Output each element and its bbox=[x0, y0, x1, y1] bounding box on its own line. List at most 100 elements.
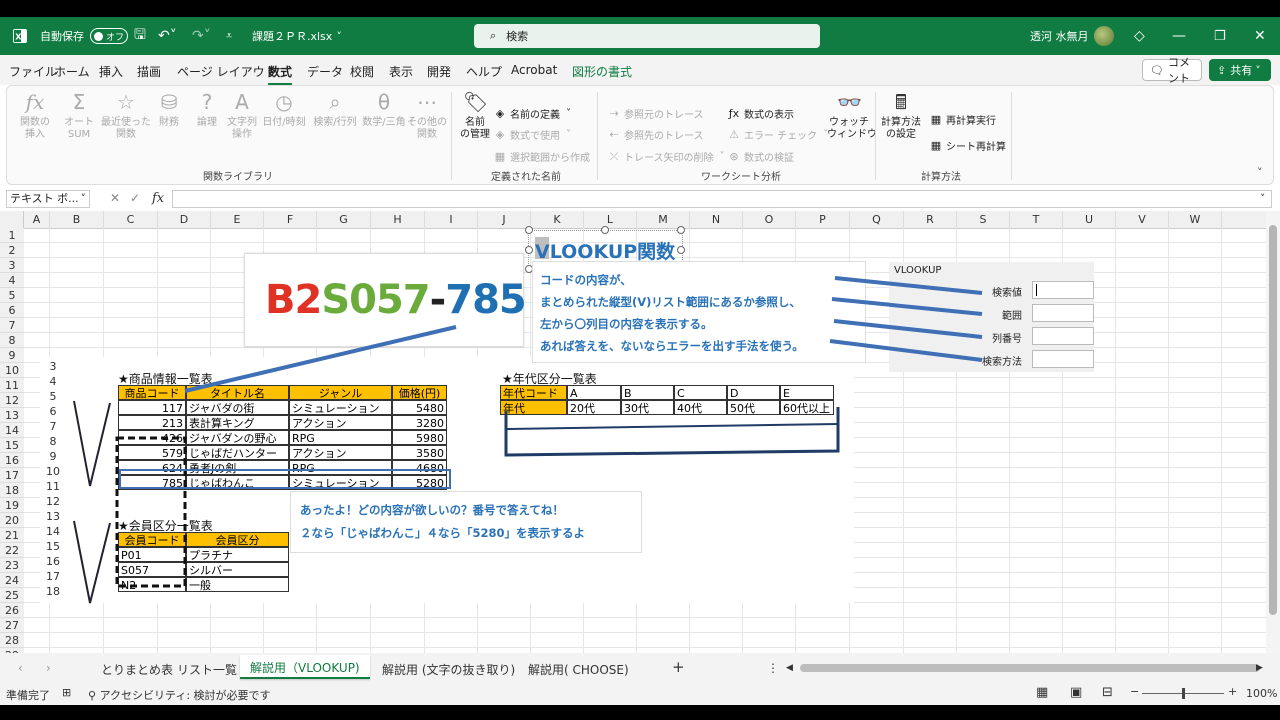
lookup-label: 検索/行列 bbox=[313, 117, 357, 128]
accessibility-status[interactable]: ⚲ アクセシビリティ: 検討が必要です bbox=[88, 687, 271, 703]
connector-line bbox=[184, 325, 457, 393]
zoom-in-icon[interactable]: + bbox=[1228, 685, 1237, 698]
scroll-right-icon[interactable]: ▶ bbox=[1256, 663, 1263, 673]
show-formulas-icon: ƒx bbox=[728, 107, 740, 120]
name-manager-button[interactable]: 🏷 名前 の管理 bbox=[455, 90, 495, 141]
restore-icon[interactable]: ❐ bbox=[1214, 17, 1226, 55]
tab-formulas[interactable]: 数式 bbox=[268, 63, 293, 85]
customize-qat-icon[interactable]: ⩡ bbox=[226, 17, 232, 55]
zoom-out-icon[interactable]: − bbox=[1130, 685, 1139, 698]
autosum-button[interactable]: Σ オート SUM bbox=[59, 90, 99, 141]
watch-window-button[interactable]: 👓 ウォッチ ウィンドウ bbox=[827, 90, 877, 141]
evaluate-formula-button[interactable]: ⊛ 数式の検証 bbox=[727, 149, 794, 164]
normal-view-icon[interactable]: ▦ bbox=[1036, 685, 1048, 700]
glasses-icon: 👓 bbox=[837, 90, 862, 114]
enter-icon[interactable]: ✓ bbox=[130, 191, 140, 205]
undo-icon[interactable]: ↶˅ bbox=[158, 17, 177, 55]
premium-diamond-icon[interactable]: ◇ bbox=[1134, 17, 1145, 55]
ribbon-separator bbox=[597, 92, 598, 180]
horizontal-scrollbar[interactable] bbox=[800, 664, 1260, 672]
vertical-scrollbar[interactable] bbox=[1266, 211, 1280, 659]
calc-now-button[interactable]: ▦ 再計算実行 bbox=[929, 112, 996, 127]
define-name-button[interactable]: ◈ 名前の定義 ˅ bbox=[493, 106, 571, 121]
sheet-tab-summary[interactable]: とりまとめ表 bbox=[101, 661, 173, 678]
use-in-formula-button[interactable]: ◈ 数式で使用 ˅ bbox=[493, 127, 571, 142]
chevron-down-icon: ˅ bbox=[719, 151, 725, 162]
create-from-selection-button[interactable]: ▦ 選択範囲から作成 bbox=[493, 149, 590, 164]
search-box[interactable]: ⌕ 検索 bbox=[474, 24, 820, 48]
avatar[interactable] bbox=[1094, 17, 1114, 55]
minimize-icon[interactable]: — bbox=[1172, 17, 1186, 55]
more-label: その他の 関数 bbox=[407, 117, 447, 140]
page-layout-view-icon[interactable]: ▣ bbox=[1070, 685, 1082, 700]
watch-window-label: ウォッチ ウィンドウ bbox=[827, 117, 877, 140]
datetime-button[interactable]: ◷ 日付/時刻 bbox=[261, 90, 307, 129]
tab-review[interactable]: 校閲 bbox=[350, 63, 374, 80]
tab-file[interactable]: ファイル bbox=[9, 63, 57, 80]
calc-sheet-button[interactable]: ▦ シート再計算 bbox=[929, 138, 1006, 153]
formula-input[interactable] bbox=[172, 190, 1272, 208]
insert-function-button[interactable]: fx 関数の 挿入 bbox=[15, 90, 55, 141]
financial-button[interactable]: ⛁ 財務 bbox=[149, 90, 189, 129]
next-sheet-icon[interactable]: › bbox=[46, 661, 51, 675]
calc-options-button[interactable]: 🖩 計算方法 の設定 bbox=[879, 90, 923, 141]
user-name[interactable]: 透河 水無月 bbox=[1030, 17, 1089, 55]
show-formulas-button[interactable]: ƒx 数式の表示 bbox=[727, 106, 794, 121]
sheet-tab-text-extract[interactable]: 解説用 (文字の抜き取り) bbox=[382, 661, 515, 678]
tab-developer[interactable]: 開発 bbox=[427, 63, 451, 80]
tab-home[interactable]: ホーム bbox=[54, 63, 90, 80]
fx-icon[interactable]: fx bbox=[152, 191, 164, 206]
lookup-button[interactable]: ⌕ 検索/行列 bbox=[310, 90, 360, 129]
tab-page-layout[interactable]: ページ レイアウト bbox=[177, 63, 277, 80]
error-check-button[interactable]: ⚠ エラー チェック ˅ bbox=[727, 127, 828, 142]
lookup-column-dashed-box bbox=[115, 436, 187, 588]
page-break-view-icon[interactable]: ⊟ bbox=[1102, 685, 1113, 700]
name-manager-label: 名前 の管理 bbox=[460, 117, 490, 140]
sheet-tab-list[interactable]: リスト一覧 bbox=[177, 661, 237, 678]
trace-precedents-button[interactable]: ⇢ 参照元のトレース bbox=[607, 106, 703, 121]
recent-functions-button[interactable]: ☆ 最近使った 関数 bbox=[101, 90, 151, 141]
search-placeholder: 検索 bbox=[506, 30, 529, 43]
close-icon[interactable]: ✕ bbox=[1254, 17, 1266, 55]
name-box[interactable]: テキスト ボ... ˅ bbox=[6, 190, 90, 208]
text-button[interactable]: A 文字列 操作 bbox=[222, 90, 262, 141]
comment-button[interactable]: 🗨 コメント bbox=[1142, 56, 1202, 85]
expand-formula-bar-icon[interactable]: ˅ bbox=[1260, 192, 1266, 205]
logical-button[interactable]: ? 論理 bbox=[187, 90, 227, 129]
tab-draw[interactable]: 描画 bbox=[137, 63, 161, 80]
autosave-toggle[interactable]: オフ bbox=[90, 28, 128, 44]
more-functions-button[interactable]: ⋯ その他の 関数 bbox=[407, 90, 447, 141]
tab-view[interactable]: 表示 bbox=[389, 63, 413, 80]
redo-icon[interactable]: ↷˅ bbox=[192, 17, 211, 55]
share-button[interactable]: ⇪ 共有 ˅ bbox=[1209, 59, 1271, 81]
tab-data[interactable]: データ bbox=[307, 63, 343, 80]
trace-dependents-button[interactable]: ⇠ 参照先のトレース bbox=[607, 127, 703, 142]
sheet-tab-vlookup[interactable]: 解説用（VLOOKUP) bbox=[240, 655, 370, 679]
tab-acrobat[interactable]: Acrobat bbox=[511, 63, 557, 77]
remove-arrows-button[interactable]: ⤫ トレース矢印の削除 ˅ bbox=[607, 149, 725, 165]
scroll-left-icon[interactable]: ◀ bbox=[786, 663, 793, 673]
tab-help[interactable]: ヘルプ bbox=[466, 63, 502, 80]
tab-insert[interactable]: 挿入 bbox=[99, 63, 123, 80]
zoom-slider-thumb[interactable] bbox=[1182, 688, 1185, 699]
file-name[interactable]: 課題２ＰＲ.xlsx ˅ bbox=[252, 17, 342, 55]
macro-record-icon[interactable]: ⊞ bbox=[62, 686, 71, 699]
annotation-lines bbox=[73, 276, 983, 604]
cancel-icon[interactable]: ✕ bbox=[110, 191, 120, 205]
save-icon[interactable]: 🖫 bbox=[134, 17, 146, 55]
spreadsheet-grid[interactable]: ABCDEFGHIJKLMNOPQRSTUVW 1 2 3 4 5 6 7 8 9 10 11 12 1… bbox=[0, 211, 1266, 659]
vertical-scroll-thumb[interactable] bbox=[1269, 225, 1277, 615]
sheet-tab-choose[interactable]: 解説用( CHOOSE) bbox=[528, 661, 629, 678]
more-sheets-icon[interactable]: ⋮ bbox=[767, 661, 779, 675]
zoom-slider[interactable] bbox=[1142, 688, 1224, 699]
zoom-level[interactable]: 100% bbox=[1246, 687, 1277, 700]
ribbon: fx 関数の 挿入 Σ オート SUM ☆ 最近使った 関数 ⛁ 財務 ? 論理 A 文字列… bbox=[6, 85, 1274, 185]
ribbon-collapse-icon[interactable]: ˅ bbox=[1257, 166, 1263, 179]
math-button[interactable]: θ 数学/三角 bbox=[360, 90, 408, 129]
calc-now-label: 再計算実行 bbox=[946, 116, 996, 127]
name-tag-icon: 🏷 bbox=[463, 90, 489, 114]
tab-shape-format[interactable]: 図形の書式 bbox=[572, 63, 632, 80]
add-sheet-icon[interactable]: + bbox=[672, 658, 685, 676]
autosave[interactable]: 自動保存 オフ bbox=[40, 17, 128, 55]
prev-sheet-icon[interactable]: ‹ bbox=[18, 661, 23, 675]
